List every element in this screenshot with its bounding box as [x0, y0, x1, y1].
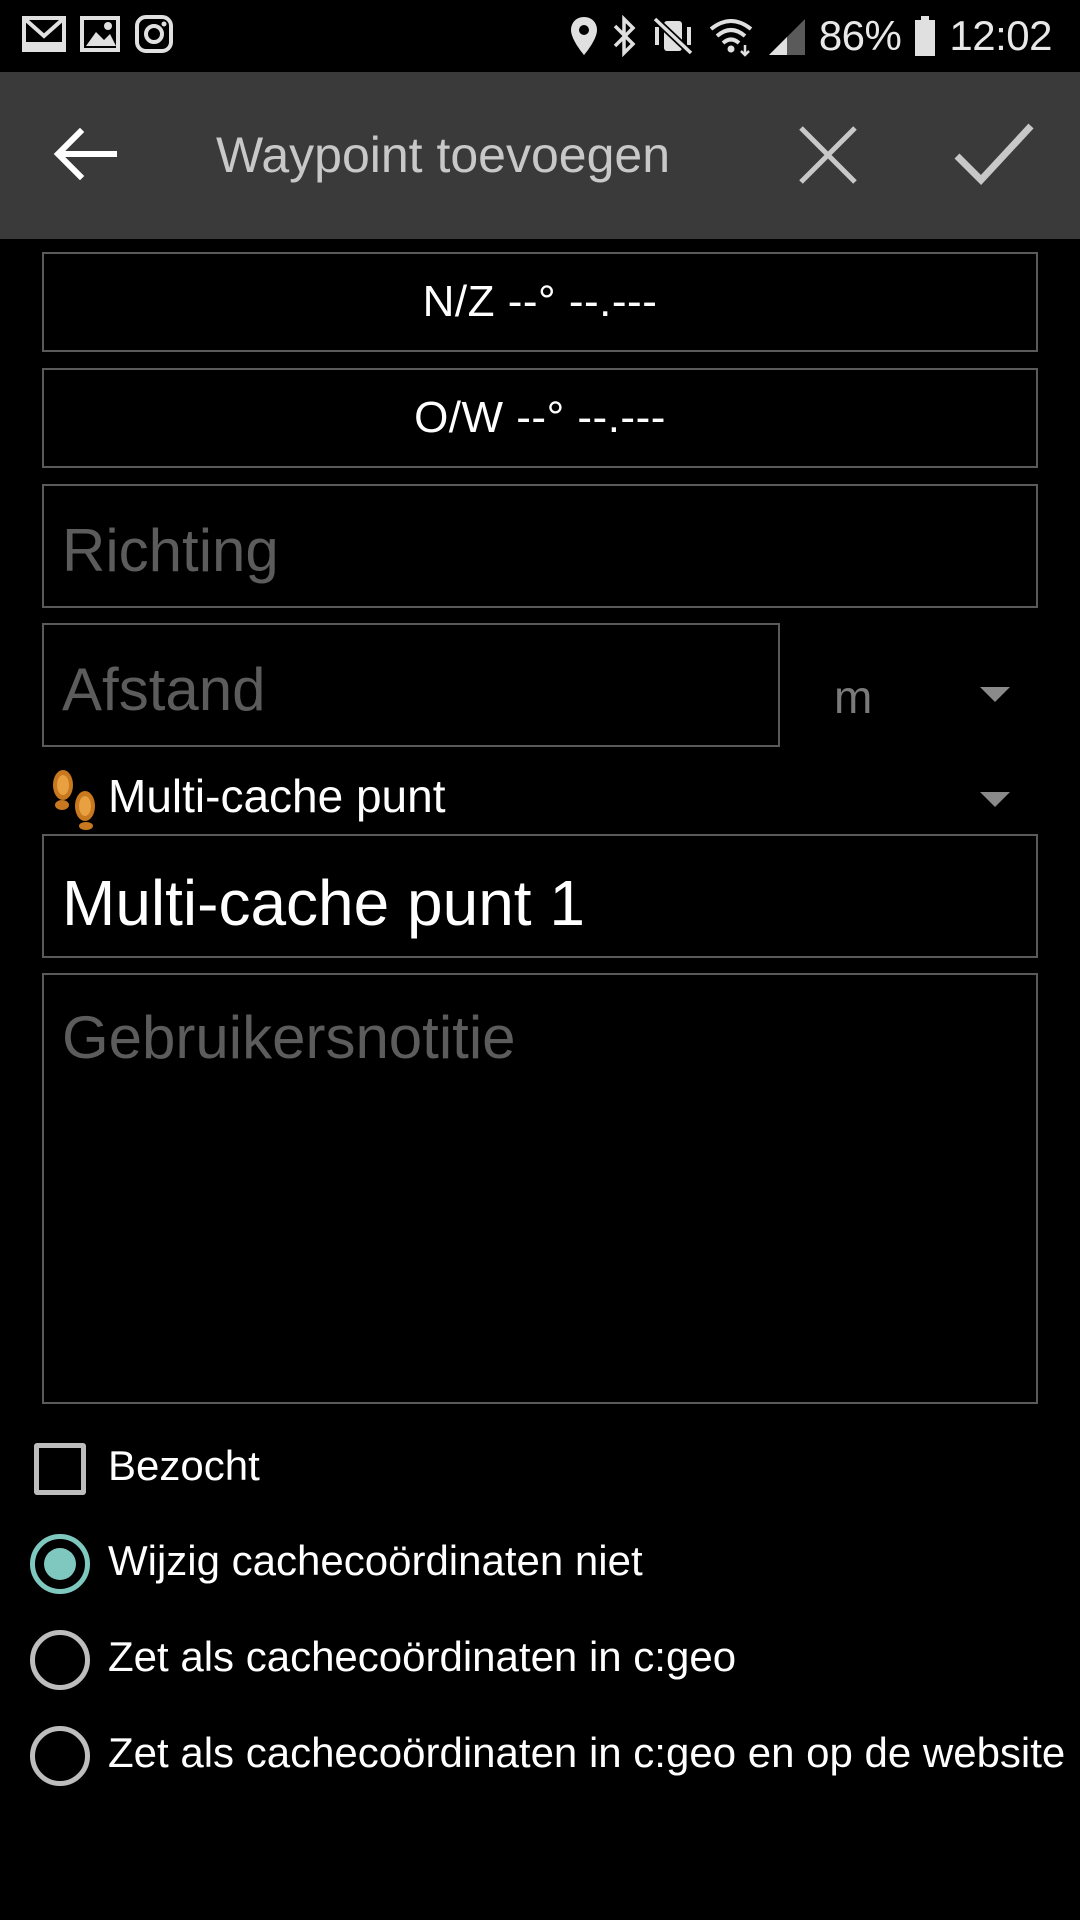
- bearing-placeholder: Richting: [62, 517, 279, 584]
- bearing-input[interactable]: Richting: [42, 484, 1038, 608]
- radio-option-keep-coords[interactable]: Wijzig cachecoördinaten niet: [0, 1527, 1080, 1607]
- battery-icon: [915, 16, 936, 56]
- battery-percentage: 86%: [818, 12, 902, 59]
- location-icon: [570, 17, 597, 55]
- radio-button[interactable]: [30, 1630, 90, 1690]
- longitude-button[interactable]: O/W --° --.---: [42, 368, 1038, 468]
- instagram-icon: [135, 15, 173, 53]
- check-icon[interactable]: [953, 118, 1035, 188]
- radio-label: Wijzig cachecoördinaten niet: [108, 1537, 643, 1584]
- close-icon[interactable]: [795, 122, 861, 188]
- radio-label: Zet als cachecoördinaten in c:geo: [108, 1633, 737, 1680]
- latitude-button[interactable]: N/Z --° --.---: [42, 252, 1038, 352]
- longitude-label: O/W --° --.---: [414, 393, 666, 442]
- signal-icon: [768, 19, 805, 55]
- visited-checkbox[interactable]: [34, 1443, 86, 1495]
- waypoint-name-value: Multi-cache punt 1: [62, 867, 585, 939]
- gallery-icon: [80, 16, 120, 52]
- toolbar: Waypoint toevoegen: [0, 72, 1080, 239]
- vibrate-mute-icon: [652, 16, 694, 56]
- gmail-icon: [22, 16, 66, 52]
- radio-option-set-website[interactable]: Zet als cachecoördinaten in c:geo en op …: [0, 1719, 1080, 1799]
- bluetooth-icon: [613, 15, 636, 57]
- waypoint-type-value: Multi-cache punt: [108, 770, 446, 822]
- visited-checkbox-row[interactable]: Bezocht: [0, 1432, 1080, 1512]
- chevron-down-icon: [980, 687, 1010, 702]
- radio-button[interactable]: [30, 1726, 90, 1786]
- waypoint-name-input[interactable]: Multi-cache punt 1: [42, 834, 1038, 958]
- wifi-icon: [709, 19, 753, 57]
- chevron-down-icon: [980, 792, 1010, 807]
- clock: 12:02: [949, 12, 1052, 59]
- distance-input[interactable]: Afstand: [42, 623, 780, 747]
- distance-placeholder: Afstand: [62, 656, 266, 723]
- arrow-back-icon[interactable]: [50, 124, 120, 184]
- visited-label: Bezocht: [108, 1442, 260, 1489]
- user-note-textarea[interactable]: Gebruikersnotitie: [42, 973, 1038, 1404]
- footprints-icon: [53, 770, 95, 830]
- status-bar: 86% 12:02: [0, 0, 1080, 72]
- radio-button-selected[interactable]: [30, 1534, 90, 1594]
- page-title: Waypoint toevoegen: [216, 127, 671, 183]
- radio-label: Zet als cachecoördinaten in c:geo en op …: [108, 1729, 1066, 1776]
- user-note-placeholder: Gebruikersnotitie: [62, 1004, 516, 1071]
- radio-option-set-local[interactable]: Zet als cachecoördinaten in c:geo: [0, 1623, 1080, 1703]
- latitude-label: N/Z --° --.---: [422, 277, 658, 326]
- distance-unit-value: m: [834, 671, 873, 723]
